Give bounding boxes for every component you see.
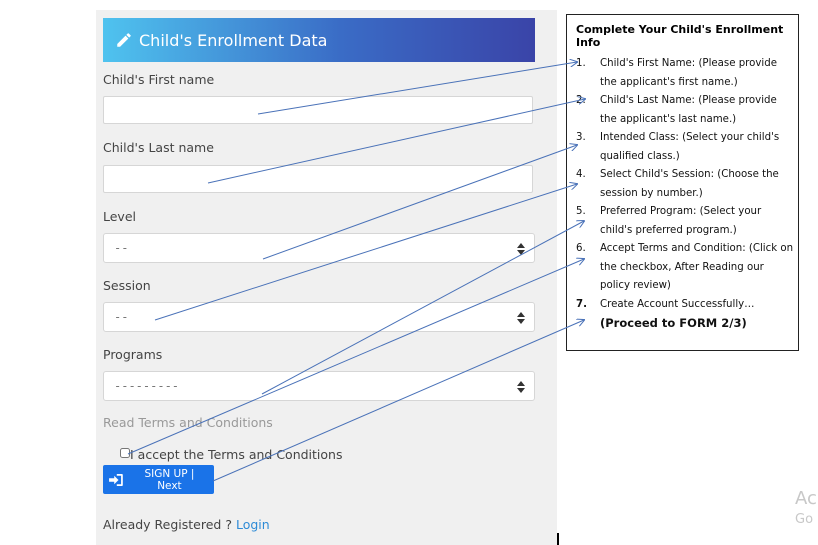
- programs-select[interactable]: ---------: [103, 371, 535, 401]
- accept-terms-label[interactable]: I accept the Terms and Conditions: [130, 447, 343, 462]
- programs-label: Programs: [103, 347, 163, 362]
- instruction-number: 1.: [576, 58, 586, 69]
- first-name-label: Child's First name: [103, 72, 215, 87]
- instruction-text: Select Child's Session: (Choose the sess…: [600, 169, 779, 199]
- instruction-item: 3. Intended Class: (Select your child's q…: [576, 129, 796, 166]
- sort-arrows-icon: [517, 381, 525, 393]
- already-registered-text: Already Registered ? Login: [103, 517, 270, 532]
- level-select[interactable]: --: [103, 233, 535, 263]
- instruction-subtext: (Proceed to FORM 2/3): [600, 316, 747, 330]
- login-link[interactable]: Login: [236, 517, 270, 532]
- instruction-text: Create Account Successfully…: [600, 298, 755, 310]
- sort-arrows-icon: [517, 243, 525, 255]
- last-name-label: Child's Last name: [103, 140, 214, 155]
- form-title: Child's Enrollment Data: [139, 30, 328, 50]
- instruction-number: 3.: [576, 132, 586, 143]
- instruction-item: 4. Select Child's Session: (Choose the se…: [576, 166, 796, 203]
- already-registered-label: Already Registered ?: [103, 517, 236, 532]
- instruction-text: Preferred Program: (Select your child's …: [600, 206, 762, 236]
- instruction-item: 6. Accept Terms and Condition: (Click on …: [576, 240, 796, 296]
- level-select-value: --: [114, 241, 129, 255]
- session-label: Session: [103, 278, 151, 293]
- instruction-number: 4.: [576, 169, 586, 180]
- instruction-item: 7. Create Account Successfully… (Proceed t…: [576, 296, 796, 335]
- instruction-text: Accept Terms and Condition: (Click on th…: [600, 243, 794, 291]
- pencil-icon: [117, 33, 131, 47]
- signup-next-button[interactable]: SIGN UP | Next: [103, 465, 214, 494]
- programs-select-value: ---------: [114, 379, 180, 393]
- instruction-item: 5. Preferred Program: (Select your child'…: [576, 203, 796, 240]
- session-select-value: --: [114, 310, 129, 324]
- windows-watermark-line2: Go: [795, 512, 814, 527]
- sort-arrows-icon: [517, 312, 525, 324]
- text-cursor: [557, 533, 559, 545]
- level-label: Level: [103, 209, 136, 224]
- last-name-input[interactable]: [103, 165, 533, 193]
- session-select[interactable]: --: [103, 302, 535, 332]
- instruction-number: 7.: [576, 298, 587, 310]
- accept-terms-checkbox[interactable]: [120, 448, 130, 458]
- instruction-number: 5.: [576, 206, 586, 217]
- instructions-box: Complete Your Child's Enrollment Info 1.…: [566, 14, 799, 351]
- enrollment-form-panel: Child's Enrollment Data Child's First na…: [96, 10, 557, 545]
- instruction-text: Child's Last Name: (Please provide the a…: [600, 95, 777, 125]
- form-header: Child's Enrollment Data: [103, 18, 535, 62]
- first-name-input[interactable]: [103, 96, 533, 124]
- instruction-number: 6.: [576, 243, 586, 254]
- signup-next-label: SIGN UP | Next: [144, 467, 195, 492]
- instruction-item: 2. Child's Last Name: (Please provide the…: [576, 92, 796, 129]
- instruction-item: 1. Child's First Name: (Please provide th…: [576, 55, 796, 92]
- windows-watermark-line1: Ac: [795, 488, 817, 509]
- instruction-text: Intended Class: (Select your child's qua…: [600, 132, 780, 162]
- instructions-list: 1. Child's First Name: (Please provide th…: [576, 55, 796, 335]
- instruction-text: Child's First Name: (Please provide the …: [600, 58, 777, 88]
- instructions-title: Complete Your Child's Enrollment Info: [576, 23, 784, 49]
- instruction-number: 2.: [576, 95, 586, 106]
- read-terms-link[interactable]: Read Terms and Conditions: [103, 415, 273, 430]
- sign-in-icon: [109, 473, 123, 486]
